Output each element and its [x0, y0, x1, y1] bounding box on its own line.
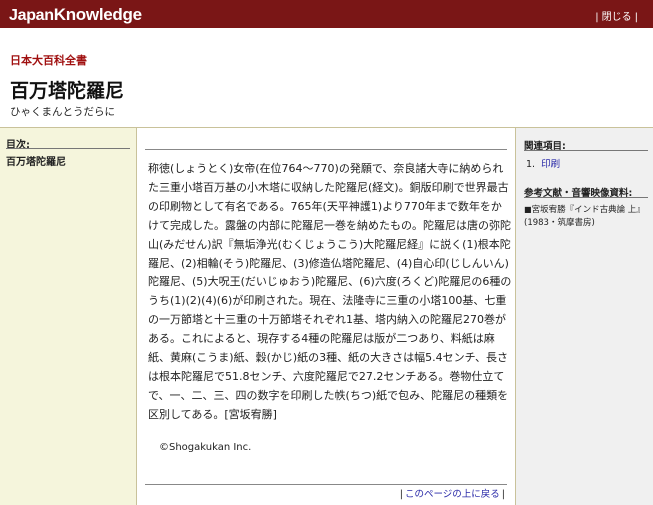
- page-top-nav: | このページの上に戻る |: [399, 489, 505, 500]
- related-item-number: 1.: [526, 159, 536, 170]
- close-link[interactable]: | 閉じる |: [592, 8, 641, 23]
- reference-text: 宮坂宥勝『インド古典論 上』(1983・筑摩書房): [524, 205, 645, 228]
- entry-reading: ひゃくまんとうだらに: [10, 106, 115, 118]
- toc-panel: 目次: 百万塔陀羅尼: [0, 127, 137, 505]
- close-label: 閉じる: [601, 12, 632, 23]
- references-divider: [524, 197, 648, 198]
- article-top-divider: [145, 149, 507, 150]
- toc-divider: [6, 148, 130, 149]
- logo-text-knowledge: Knowledge: [53, 5, 142, 24]
- book-name: 日本大百科全書: [10, 54, 87, 67]
- article-body: 称徳(しょうとく)女帝(在位764～770)の発願で、奈良諸大寺に納められた三重…: [148, 160, 512, 425]
- logo-text-japan: Japan: [9, 7, 54, 24]
- toc-item[interactable]: 百万塔陀羅尼: [6, 153, 66, 168]
- square-bullet-icon: ■: [524, 205, 532, 214]
- related-item-link[interactable]: 印刷: [541, 159, 560, 170]
- copyright-text: ©Shogakukan Inc.: [159, 442, 252, 453]
- article-paragraph: 称徳(しょうとく)女帝(在位764～770)の発願で、奈良諸大寺に納められた三重…: [148, 162, 512, 421]
- related-item: 1. 印刷: [526, 156, 560, 170]
- reference-item: ■宮坂宥勝『インド古典論 上』(1983・筑摩書房): [524, 204, 648, 229]
- top-bar: JapanKnowledge | 閉じる |: [0, 0, 653, 28]
- related-panel: 関連項目: 1. 印刷 参考文献・音響映像資料: ■宮坂宥勝『インド古典論 上』(…: [515, 127, 653, 505]
- article-panel: 称徳(しょうとく)女帝(在位764～770)の発願で、奈良諸大寺に納められた三重…: [137, 127, 515, 505]
- related-divider: [524, 150, 648, 151]
- japanknowledge-logo[interactable]: JapanKnowledge: [9, 5, 142, 25]
- entry-header: 日本大百科全書 百万塔陀羅尼 ひゃくまんとうだらに: [0, 28, 653, 127]
- page-title: 百万塔陀羅尼: [10, 80, 125, 102]
- back-to-top-link[interactable]: このページの上に戻る: [405, 489, 500, 500]
- article-bottom-divider: [145, 484, 507, 485]
